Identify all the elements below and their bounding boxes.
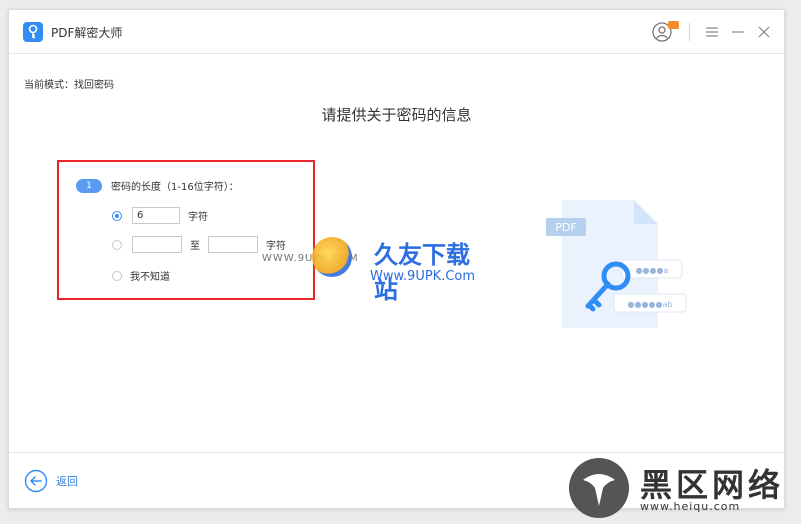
exact-length-radio[interactable] (112, 210, 122, 221)
watermark-heiqu-logo-icon (569, 458, 629, 518)
doc-label: PDF (555, 221, 576, 234)
field1-mask: ●●●●a (636, 266, 669, 275)
option-exact-length: 字符 (112, 207, 208, 224)
title-bar: PDF解密大师 (9, 10, 784, 54)
step-number-badge: 1 (76, 179, 102, 193)
watermark-9upk-url: Www.9UPK.Com (370, 269, 476, 284)
unknown-label: 我不知道 (130, 272, 170, 283)
option-length-range: 至 字符 (112, 236, 286, 253)
password-length-panel: 1 密码的长度（1-16位字符）： 字符 至 字符 我不知道 (57, 160, 315, 300)
exact-length-input[interactable] (132, 207, 180, 224)
window-controls (651, 20, 772, 44)
range-separator: 至 (190, 241, 200, 252)
vip-badge-icon (668, 21, 679, 29)
minimize-button[interactable] (730, 24, 746, 40)
range-to-input[interactable] (208, 236, 258, 253)
back-button[interactable]: 返回 (24, 469, 78, 493)
step-label: 密码的长度（1-16位字符）： (111, 182, 239, 193)
exact-length-unit: 字符 (188, 212, 208, 223)
menu-icon (706, 27, 718, 37)
current-mode: 当前模式：找回密码 (24, 76, 114, 91)
range-unit: 字符 (266, 241, 286, 252)
option-unknown: 我不知道 (112, 268, 170, 283)
app-logo-icon (23, 22, 43, 42)
close-button[interactable] (756, 24, 772, 40)
back-label: 返回 (56, 475, 78, 488)
field2-mask: ●●●●●ab (628, 300, 673, 309)
user-account-button[interactable] (651, 20, 679, 44)
watermark-9upk: WWW.9UPK.COM 久友下载站 Www.9UPK.Com (262, 233, 492, 304)
length-range-radio[interactable] (112, 239, 122, 250)
unknown-radio[interactable] (112, 270, 122, 281)
divider (689, 23, 690, 41)
pdf-document-icon: PDF ●●●●a ●●●●●ab (546, 200, 687, 328)
watermark-heiqu: 黑区网络 www.heiqu.com (566, 458, 796, 522)
watermark-9upk-logo-icon (312, 237, 352, 277)
mode-value: 找回密码 (74, 80, 114, 91)
app-title: PDF解密大师 (51, 26, 123, 40)
page-title: 请提供关于密码的信息 (321, 106, 472, 124)
pdf-key-illustration: PDF ●●●●a ●●●●●ab (542, 194, 692, 334)
watermark-heiqu-url: www.heiqu.com (640, 500, 741, 513)
mode-label: 当前模式： (24, 80, 74, 91)
back-arrow-icon (24, 469, 48, 493)
close-icon (758, 26, 770, 38)
menu-button[interactable] (704, 24, 720, 40)
range-from-input[interactable] (132, 236, 182, 253)
minimize-icon (732, 31, 744, 33)
